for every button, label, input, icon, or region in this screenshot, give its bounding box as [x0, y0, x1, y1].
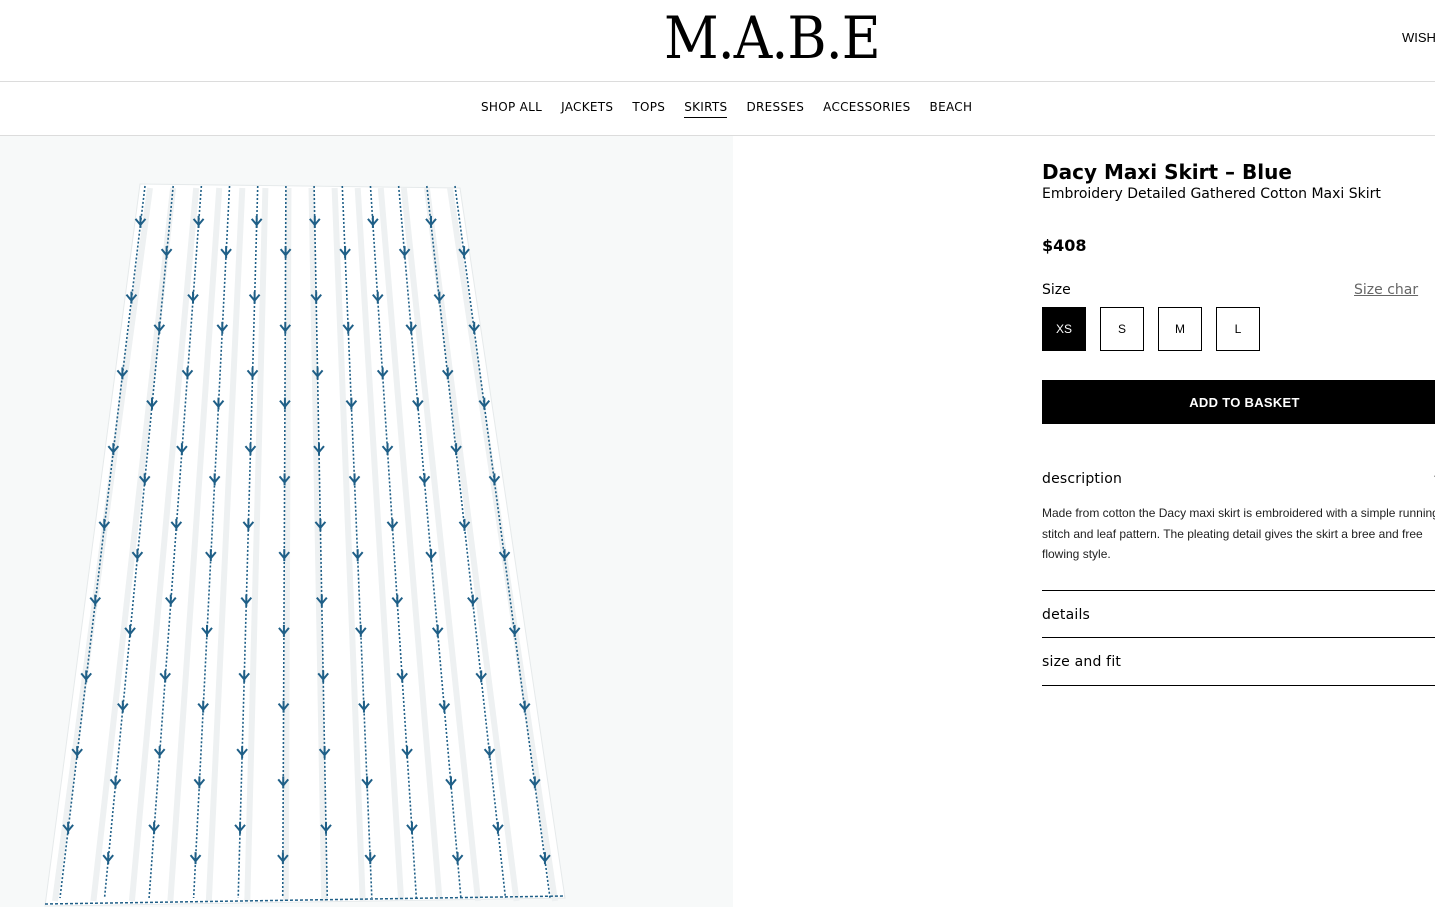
nav-item-shop-all[interactable]: SHOP ALL: [481, 100, 542, 118]
size-chart-link[interactable]: Size char: [1354, 282, 1418, 298]
accordion-description-toggle[interactable]: description ^: [1042, 471, 1435, 487]
nav-item-label: JACKETS: [561, 100, 614, 114]
nav-item-label: BEACH: [929, 100, 973, 114]
description-text: Made from cotton the Dacy maxi skirt is …: [1042, 506, 1435, 561]
accordion-size-fit-toggle[interactable]: size and fit v: [1042, 654, 1435, 670]
nav-item-label: ACCESSORIES: [823, 100, 911, 114]
product-title: Dacy Maxi Skirt – Blue: [1042, 160, 1292, 184]
product-info: Dacy Maxi Skirt – Blue Embroidery Detail…: [1042, 136, 1435, 907]
nav-list: SHOP ALL JACKETS TOPS SKIRTS DRESSES ACCESSOR…: [481, 100, 972, 118]
size-option-l[interactable]: L: [1216, 307, 1260, 351]
divider: [1042, 590, 1435, 591]
skirt-illustration: [44, 183, 566, 907]
site-header: M.A.B.E WISH: [0, 0, 1435, 82]
accordion-details-toggle[interactable]: details v: [1042, 607, 1435, 623]
nav-item-beach[interactable]: BEACH: [930, 100, 973, 118]
brand-logo[interactable]: M.A.B.E: [664, 6, 881, 70]
divider: [1042, 685, 1435, 686]
size-option-xs[interactable]: XS: [1042, 307, 1086, 351]
main-nav: SHOP ALL JACKETS TOPS SKIRTS DRESSES ACCESSOR…: [0, 82, 1435, 136]
nav-item-jackets[interactable]: JACKETS: [561, 100, 613, 118]
accordion-details-label: details: [1042, 607, 1091, 623]
size-selector: XS S M L: [1042, 307, 1260, 351]
product-image[interactable]: [0, 136, 733, 907]
nav-item-label: DRESSES: [746, 100, 805, 114]
nav-item-accessories[interactable]: ACCESSORIES: [823, 100, 910, 118]
nav-item-tops[interactable]: TOPS: [632, 100, 665, 118]
size-option-s[interactable]: S: [1100, 307, 1144, 351]
wishlist-link[interactable]: WISH: [1402, 30, 1435, 45]
accordion-size-fit-label: size and fit: [1042, 654, 1122, 670]
nav-item-dresses[interactable]: DRESSES: [746, 100, 804, 118]
accordion-description-label: description: [1042, 471, 1123, 487]
product-subtitle: Embroidery Detailed Gathered Cotton Maxi…: [1042, 186, 1381, 202]
divider: [1042, 637, 1435, 638]
nav-item-skirts[interactable]: SKIRTS: [684, 100, 728, 118]
nav-item-label: TOPS: [632, 100, 666, 114]
nav-item-label: SHOP ALL: [481, 100, 543, 114]
size-option-m[interactable]: M: [1158, 307, 1202, 351]
skirt-body: [44, 183, 566, 907]
add-to-basket-button[interactable]: ADD TO BASKET: [1042, 380, 1435, 424]
nav-item-label: SKIRTS: [684, 100, 728, 118]
product-price: $408: [1042, 236, 1087, 255]
size-label: Size: [1042, 282, 1071, 298]
